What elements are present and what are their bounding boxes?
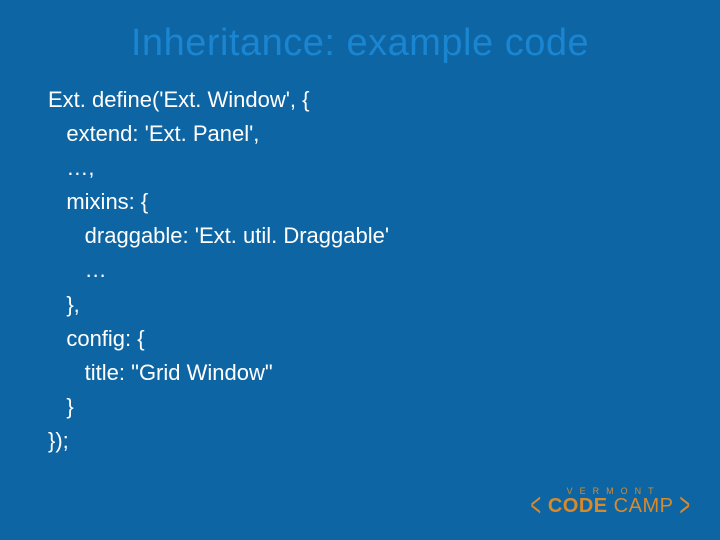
logo-main: < CODE CAMP > <box>527 494 694 518</box>
logo-text: CODE CAMP <box>548 495 674 518</box>
code-line: extend: 'Ext. Panel', <box>48 121 259 146</box>
logo-bold: CODE <box>548 495 608 517</box>
code-line: }, <box>48 292 80 317</box>
code-block: Ext. define('Ext. Window', { extend: 'Ex… <box>0 83 720 458</box>
code-line: Ext. define('Ext. Window', { <box>48 87 310 112</box>
code-line: config: { <box>48 326 145 351</box>
code-line: …, <box>48 155 94 180</box>
code-line: mixins: { <box>48 189 148 214</box>
code-line: }); <box>48 428 69 453</box>
logo-light: CAMP <box>614 495 674 517</box>
code-line: title: "Grid Window" <box>48 360 273 385</box>
vermont-code-camp-logo: VERMONT < CODE CAMP > <box>527 486 694 518</box>
angle-right-icon: > <box>680 493 691 519</box>
code-line: } <box>48 394 74 419</box>
angle-left-icon: < <box>531 493 542 519</box>
slide-title: Inheritance: example code <box>0 0 720 83</box>
code-line: … <box>48 257 107 282</box>
code-line: draggable: 'Ext. util. Draggable' <box>48 223 389 248</box>
